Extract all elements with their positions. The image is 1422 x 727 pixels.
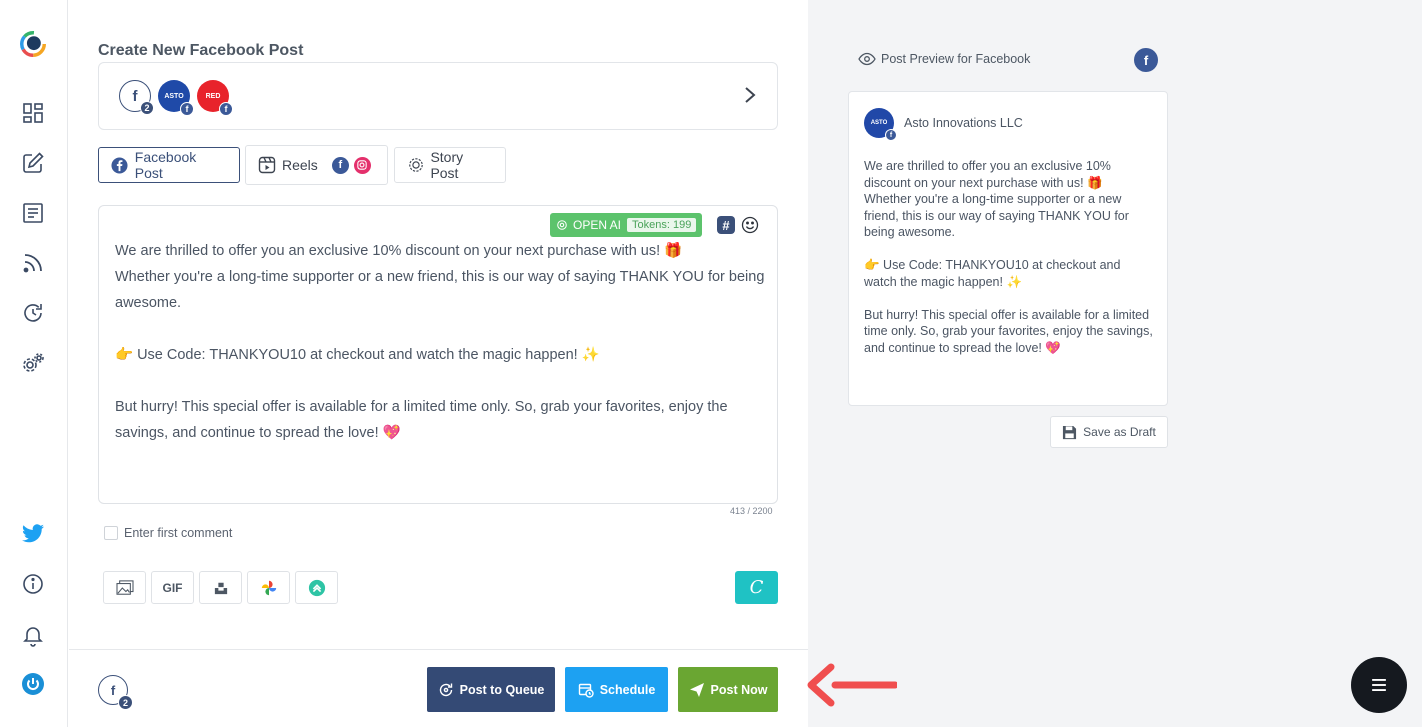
google-photos-icon bbox=[261, 580, 276, 595]
canva-button[interactable]: C bbox=[735, 571, 778, 604]
hamburger-icon bbox=[1372, 679, 1386, 691]
queue-icon bbox=[439, 683, 452, 696]
preview-panel: Post Preview for Facebook f ASTO f Asto … bbox=[808, 0, 1422, 727]
instagram-icon bbox=[353, 156, 371, 174]
bell-icon[interactable] bbox=[20, 622, 46, 648]
content-icon[interactable] bbox=[20, 200, 46, 226]
account-red[interactable]: RED f bbox=[197, 80, 233, 116]
facebook-icon bbox=[111, 156, 129, 174]
canva-icon: C bbox=[749, 577, 764, 598]
info-icon[interactable] bbox=[20, 571, 46, 597]
character-count: 413 / 2200 bbox=[730, 506, 773, 516]
tab-story-post[interactable]: Story Post bbox=[394, 147, 506, 183]
openai-icon bbox=[557, 220, 567, 230]
page-title: Create New Facebook Post bbox=[98, 42, 304, 59]
post-now-button[interactable]: Post Now bbox=[678, 667, 778, 712]
save-as-draft-button[interactable]: Save as Draft bbox=[1050, 416, 1168, 448]
facebook-icon: f bbox=[331, 156, 349, 174]
send-icon bbox=[689, 682, 704, 697]
post-to-queue-button[interactable]: Post to Queue bbox=[427, 667, 555, 712]
account-count-badge: 2 bbox=[140, 101, 154, 115]
selected-count-badge: 2 bbox=[118, 695, 133, 710]
story-icon bbox=[407, 156, 424, 174]
settings-icon[interactable] bbox=[20, 350, 46, 376]
first-comment-checkbox[interactable] bbox=[104, 526, 118, 540]
hashtag-icon[interactable]: # bbox=[717, 216, 735, 234]
account-asto[interactable]: ASTO f bbox=[158, 80, 194, 116]
tab-reels[interactable]: Reels f bbox=[245, 145, 388, 185]
openai-button[interactable]: OPEN AI Tokens: 199 bbox=[550, 213, 703, 237]
preview-heading: Post Preview for Facebook bbox=[858, 52, 1030, 66]
calendar-clock-icon bbox=[578, 683, 594, 698]
post-text[interactable]: We are thrilled to offer you an exclusiv… bbox=[115, 238, 765, 446]
image-icon bbox=[115, 579, 134, 595]
preview-text: We are thrilled to offer you an exclusiv… bbox=[864, 159, 1153, 355]
preview-account-name: Asto Innovations LLC bbox=[904, 116, 1023, 130]
power-icon[interactable] bbox=[20, 671, 46, 697]
dashboard-icon[interactable] bbox=[20, 100, 46, 126]
facebook-badge-icon: f bbox=[219, 102, 233, 116]
sidebar bbox=[0, 0, 68, 727]
pixabay-button[interactable] bbox=[295, 571, 338, 604]
avatar: ASTO f bbox=[864, 108, 897, 141]
emoji-icon[interactable] bbox=[741, 216, 759, 234]
composer-panel: Create New Facebook Post f 2 ASTO f RED … bbox=[69, 0, 808, 727]
facebook-badge-icon: f bbox=[885, 129, 897, 141]
preview-card: ASTO f Asto Innovations LLC We are thril… bbox=[848, 91, 1168, 406]
eye-icon bbox=[858, 52, 876, 66]
facebook-badge-icon: f bbox=[180, 102, 194, 116]
token-count: Tokens: 199 bbox=[627, 218, 697, 232]
google-photos-button[interactable] bbox=[247, 571, 290, 604]
footer-divider bbox=[69, 649, 808, 650]
queue-icon[interactable] bbox=[20, 300, 46, 326]
first-comment-toggle[interactable]: Enter first comment bbox=[104, 526, 232, 540]
feed-icon[interactable] bbox=[20, 250, 46, 276]
save-icon bbox=[1063, 425, 1077, 439]
selected-accounts[interactable]: f 2 bbox=[98, 675, 133, 710]
pointer-arrow-icon bbox=[807, 663, 897, 707]
post-editor[interactable]: OPEN AI Tokens: 199 # We are thrilled to… bbox=[98, 205, 778, 504]
tab-facebook-post[interactable]: Facebook Post bbox=[98, 147, 240, 183]
compose-icon[interactable] bbox=[20, 150, 46, 176]
unsplash-button[interactable] bbox=[199, 571, 242, 604]
menu-button[interactable] bbox=[1351, 657, 1407, 713]
account-selector[interactable]: f 2 ASTO f RED f bbox=[98, 62, 778, 130]
image-upload-button[interactable] bbox=[103, 571, 146, 604]
facebook-icon[interactable]: f bbox=[1134, 48, 1158, 72]
reels-icon bbox=[258, 156, 276, 174]
twitter-icon[interactable] bbox=[20, 520, 46, 546]
upload-arrow-icon bbox=[308, 579, 325, 596]
schedule-button[interactable]: Schedule bbox=[565, 667, 668, 712]
logo-icon[interactable] bbox=[20, 31, 46, 57]
account-facebook-group[interactable]: f 2 bbox=[119, 80, 154, 115]
unsplash-icon bbox=[214, 582, 227, 594]
gif-button[interactable]: GIF bbox=[151, 571, 194, 604]
chevron-right-icon[interactable] bbox=[743, 85, 757, 105]
